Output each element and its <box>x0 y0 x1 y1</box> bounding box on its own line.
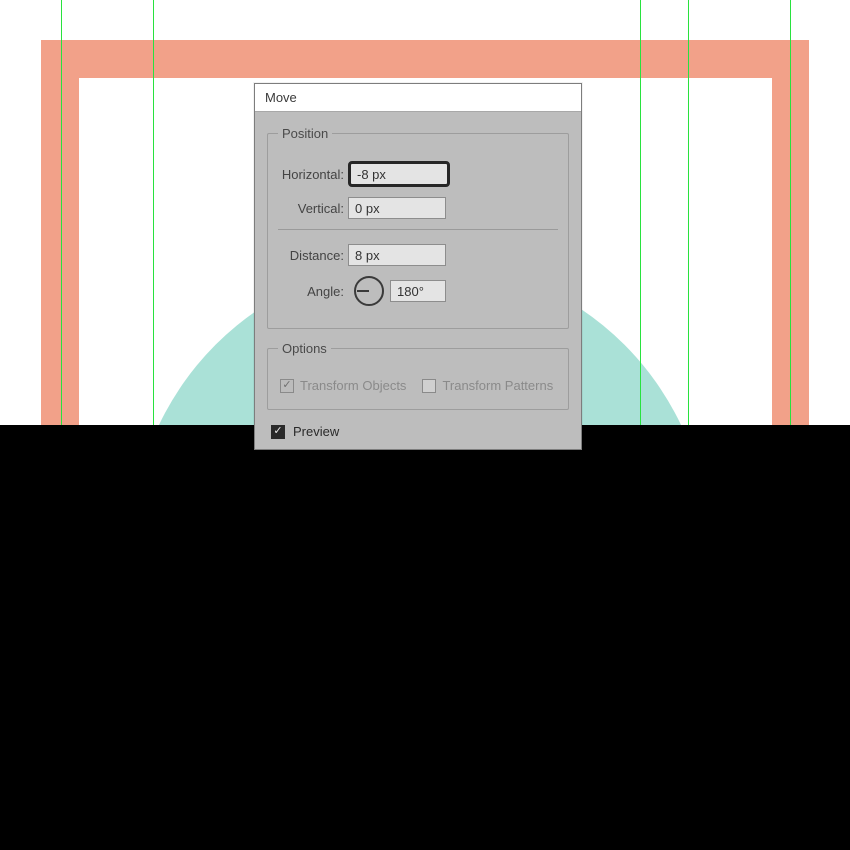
transform-patterns-label: Transform Patterns <box>442 378 553 393</box>
position-legend: Position <box>278 126 332 141</box>
ruler-guide[interactable] <box>61 0 62 425</box>
angle-input[interactable] <box>390 280 446 302</box>
transform-objects-label: Transform Objects <box>300 378 406 393</box>
angle-row: Angle: <box>278 276 558 306</box>
vertical-row: Vertical: <box>278 197 558 219</box>
horizontal-input[interactable] <box>348 161 450 187</box>
horizontal-label: Horizontal: <box>278 167 348 182</box>
ruler-guide[interactable] <box>153 0 154 425</box>
vertical-input[interactable] <box>348 197 446 219</box>
preview-checkbox[interactable]: ✓ Preview <box>267 422 569 441</box>
vertical-label: Vertical: <box>278 201 348 216</box>
dialog-title[interactable]: Move <box>255 84 581 112</box>
cropped-black-area <box>0 425 850 850</box>
ruler-guide[interactable] <box>790 0 791 425</box>
dialog-body: Position Horizontal: Vertical: Distance:… <box>255 112 581 449</box>
ruler-guide[interactable] <box>640 0 641 425</box>
ruler-guide[interactable] <box>688 0 689 425</box>
position-divider <box>278 229 558 230</box>
checkbox-icon <box>280 379 294 393</box>
options-legend: Options <box>278 341 331 356</box>
angle-dial-hand <box>357 290 369 292</box>
preview-label: Preview <box>293 424 339 439</box>
position-group: Position Horizontal: Vertical: Distance:… <box>267 126 569 329</box>
distance-row: Distance: <box>278 244 558 266</box>
angle-label: Angle: <box>278 284 348 299</box>
angle-dial-icon[interactable] <box>354 276 384 306</box>
checkbox-icon <box>422 379 436 393</box>
transform-patterns-checkbox: Transform Patterns <box>422 378 553 393</box>
checkbox-icon: ✓ <box>271 425 285 439</box>
transform-objects-checkbox: Transform Objects <box>280 378 406 393</box>
options-group: Options Transform Objects Transform Patt… <box>267 341 569 410</box>
move-dialog: Move Position Horizontal: Vertical: Dist… <box>254 83 582 450</box>
distance-input[interactable] <box>348 244 446 266</box>
distance-label: Distance: <box>278 248 348 263</box>
horizontal-row: Horizontal: <box>278 161 558 187</box>
